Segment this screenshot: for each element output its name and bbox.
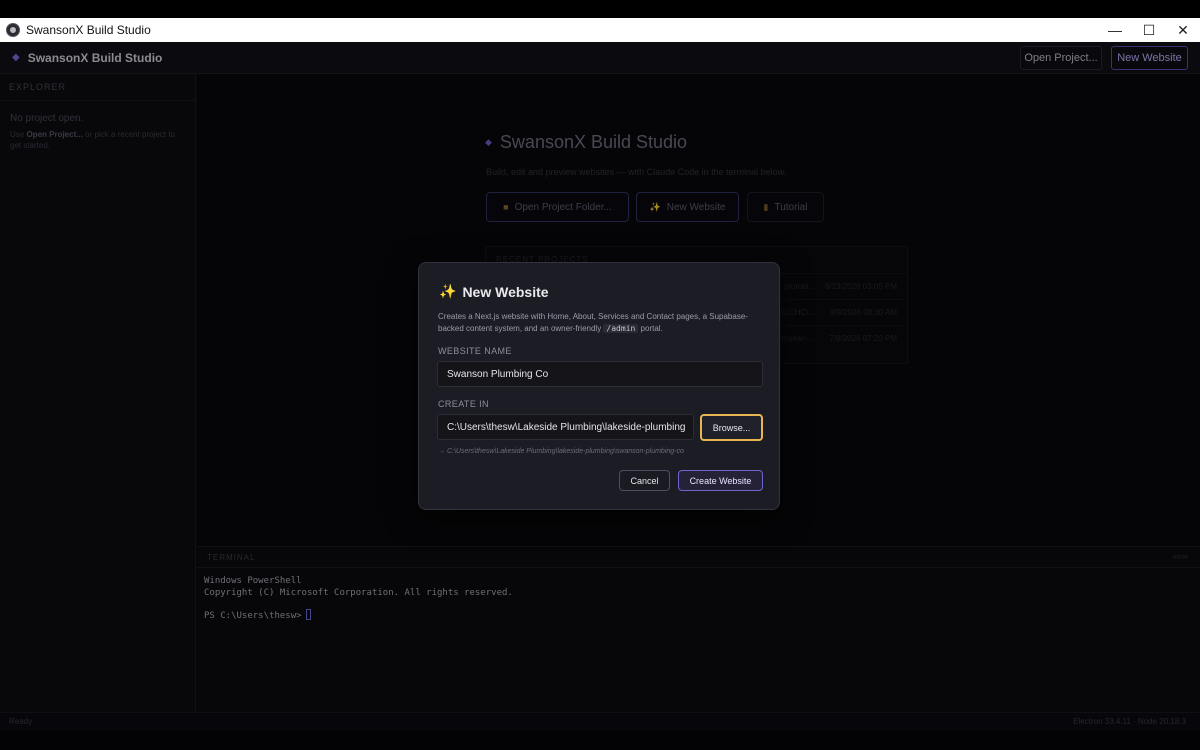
os-titlebar: SwansonX Build Studio — ☐ ✕ [0, 18, 1200, 42]
dialog-title-text: New Website [462, 283, 549, 300]
close-icon[interactable]: ✕ [1166, 18, 1200, 42]
minimize-icon[interactable]: — [1098, 18, 1132, 42]
browse-button[interactable]: Browse... [700, 414, 763, 441]
desc-text-b: portal. [638, 324, 663, 333]
window-controls: — ☐ ✕ [1098, 18, 1200, 42]
desc-text-a: Creates a Next.js website with Home, Abo… [438, 312, 748, 333]
create-in-label: CREATE IN [438, 399, 489, 409]
sparkles-icon: ✨ [439, 283, 457, 299]
maximize-icon[interactable]: ☐ [1132, 18, 1166, 42]
dialog-description: Creates a Next.js website with Home, Abo… [438, 311, 768, 335]
target-path-preview: → C:\Users\thesw\Lakeside Plumbing\lakes… [438, 448, 684, 455]
app-icon [6, 23, 20, 37]
new-website-dialog: ✨ New Website Creates a Next.js website … [418, 262, 780, 510]
create-in-input[interactable]: C:\Users\thesw\Lakeside Plumbing\lakesid… [437, 414, 694, 440]
window-title: SwansonX Build Studio [26, 23, 151, 37]
dialog-title: ✨ New Website [439, 283, 549, 300]
cancel-button[interactable]: Cancel [619, 470, 670, 491]
website-name-input[interactable]: Swanson Plumbing Co [437, 361, 763, 387]
create-website-button[interactable]: Create Website [678, 470, 763, 491]
admin-code: /admin [603, 324, 639, 333]
website-name-label: WEBSITE NAME [438, 346, 512, 356]
